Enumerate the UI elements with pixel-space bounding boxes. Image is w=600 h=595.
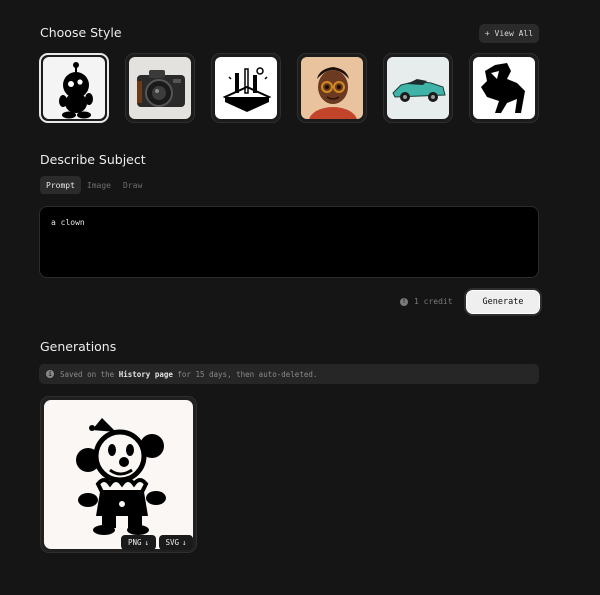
notice-suffix: for 15 days, then auto-deleted.: [177, 369, 318, 379]
style-picker: [39, 53, 541, 125]
style-card-car[interactable]: [383, 53, 453, 123]
info-icon: i: [46, 370, 54, 378]
info-icon: !: [400, 297, 408, 306]
describe-subject-heading: Describe Subject: [40, 152, 146, 167]
history-notice: i Saved on the History page for 15 days,…: [39, 364, 539, 384]
tab-image[interactable]: Image: [81, 176, 117, 194]
notice-prefix: Saved on the: [60, 369, 115, 379]
credit-label: 1 credit: [414, 297, 453, 306]
view-all-button[interactable]: + View All: [479, 24, 539, 43]
style-card-3d[interactable]: [297, 53, 367, 123]
download-png-button[interactable]: PNG ↓: [121, 535, 156, 550]
3d-character-icon: [309, 67, 357, 119]
clown-illustration-icon: [76, 418, 166, 535]
tab-prompt[interactable]: Prompt: [40, 176, 81, 194]
download-icon: ↓: [182, 538, 187, 547]
prompt-value: a clown: [51, 218, 85, 227]
png-label: PNG: [127, 538, 142, 547]
camera-photo-icon: [137, 70, 185, 107]
robot-mascot-icon: [59, 62, 93, 119]
svg-label: SVG: [165, 538, 180, 547]
generations-heading: Generations: [40, 339, 117, 354]
isometric-lineart-icon: [222, 67, 272, 112]
download-svg-button[interactable]: SVG ↓: [159, 535, 193, 550]
prompt-textarea[interactable]: a clown: [39, 206, 539, 278]
input-mode-tabs: Prompt Image Draw: [40, 176, 148, 194]
credit-cost: ! 1 credit: [400, 297, 453, 306]
generation-item[interactable]: [40, 396, 197, 553]
sports-car-icon: [392, 79, 446, 102]
style-card-mascot[interactable]: [39, 53, 109, 123]
choose-style-heading: Choose Style: [40, 25, 122, 40]
style-card-lineart[interactable]: [211, 53, 281, 123]
lion-silhouette-icon: [481, 63, 525, 113]
tab-draw[interactable]: Draw: [117, 176, 148, 194]
generate-button[interactable]: Generate: [466, 290, 540, 314]
style-card-silhouette[interactable]: [469, 53, 539, 123]
style-card-photo[interactable]: [125, 53, 195, 123]
history-page-link[interactable]: History page: [119, 370, 173, 379]
download-icon: ↓: [144, 538, 150, 547]
